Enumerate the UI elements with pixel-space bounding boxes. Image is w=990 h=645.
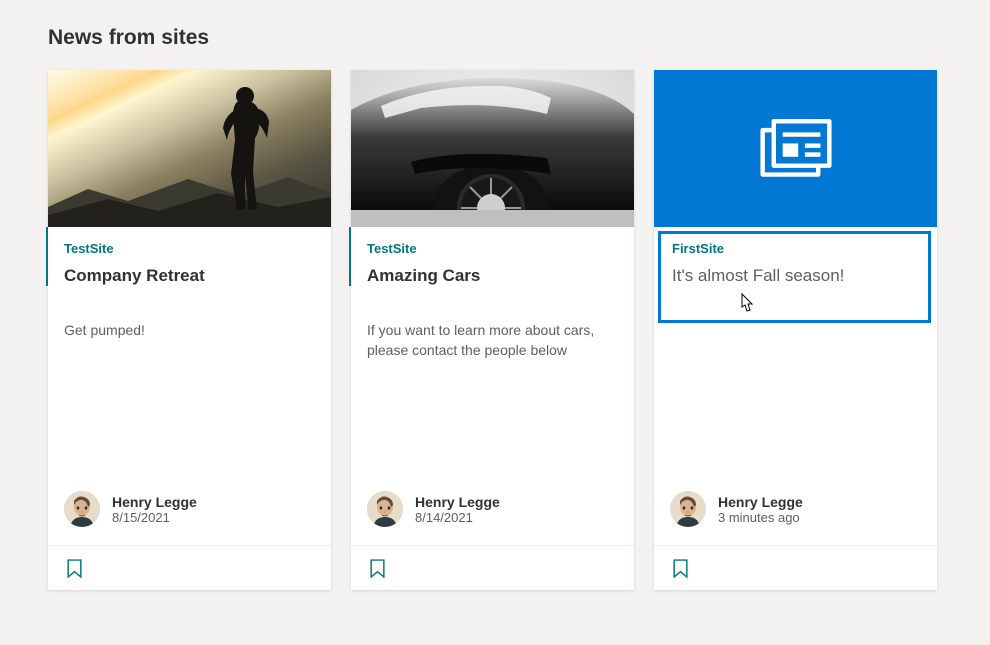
avatar	[64, 491, 100, 527]
card-title-link[interactable]: Amazing Cars	[367, 266, 620, 286]
card-author[interactable]: Henry Legge 8/14/2021	[351, 473, 634, 545]
card-thumbnail-placeholder	[654, 70, 937, 227]
author-date: 3 minutes ago	[718, 510, 803, 525]
card-description: Get pumped!	[64, 320, 315, 340]
bookmark-icon	[67, 559, 82, 578]
author-date: 8/14/2021	[415, 510, 500, 525]
card-thumbnail-hiker	[48, 70, 331, 227]
card-footer	[48, 545, 331, 590]
card-footer	[654, 545, 937, 590]
author-date: 8/15/2021	[112, 510, 197, 525]
section-title: News from sites	[48, 26, 942, 50]
bookmark-icon	[370, 559, 385, 578]
site-link[interactable]: TestSite	[64, 241, 317, 256]
card-title-link[interactable]: It's almost Fall season!	[672, 266, 923, 286]
site-link[interactable]: TestSite	[367, 241, 620, 256]
card-thumbnail-car	[351, 70, 634, 227]
site-link[interactable]: FirstSite	[672, 241, 923, 256]
bookmark-button[interactable]	[666, 554, 694, 582]
card-description: If you want to learn more about cars, pl…	[367, 320, 618, 361]
bookmark-icon	[673, 559, 688, 578]
author-name: Henry Legge	[718, 494, 803, 510]
avatar	[367, 491, 403, 527]
card-author[interactable]: Henry Legge 3 minutes ago	[654, 473, 937, 545]
avatar	[670, 491, 706, 527]
news-card[interactable]: TestSite Amazing Cars If you want to lea…	[351, 70, 634, 590]
news-icon	[760, 119, 832, 179]
bookmark-button[interactable]	[363, 554, 391, 582]
author-name: Henry Legge	[112, 494, 197, 510]
card-header: FirstSite It's almost Fall season!	[654, 227, 937, 286]
card-header: TestSite Amazing Cars	[349, 227, 634, 286]
author-name: Henry Legge	[415, 494, 500, 510]
card-row: TestSite Company Retreat Get pumped! Hen…	[48, 70, 942, 590]
card-title-link[interactable]: Company Retreat	[64, 266, 317, 286]
news-section: News from sites	[0, 0, 990, 616]
news-card[interactable]: TestSite Company Retreat Get pumped! Hen…	[48, 70, 331, 590]
bookmark-button[interactable]	[60, 554, 88, 582]
card-header: TestSite Company Retreat	[46, 227, 331, 286]
card-footer	[351, 545, 634, 590]
news-card[interactable]: FirstSite It's almost Fall season! Henry…	[654, 70, 937, 590]
card-author[interactable]: Henry Legge 8/15/2021	[48, 473, 331, 545]
